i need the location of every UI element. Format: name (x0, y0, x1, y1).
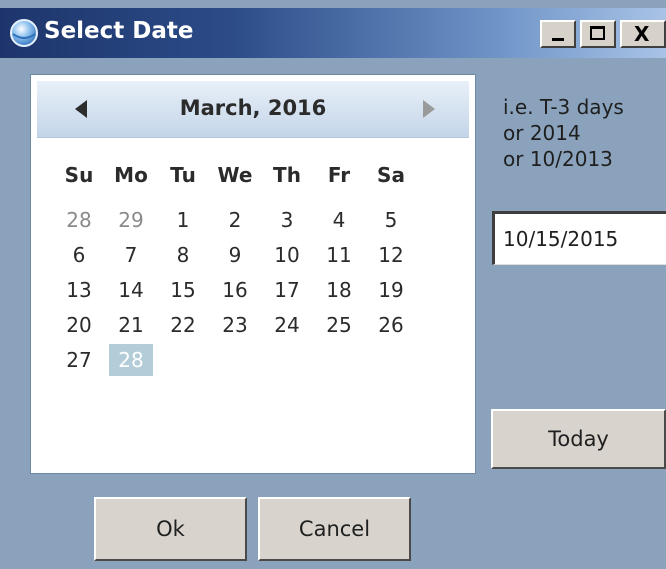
weekday-we: We (217, 163, 253, 187)
day-cell[interactable]: 3 (265, 204, 309, 236)
day-cell[interactable]: 14 (109, 274, 153, 306)
weekday-tu: Tu (170, 163, 196, 187)
today-button[interactable]: Today (491, 409, 666, 469)
next-month-arrow-icon[interactable] (423, 100, 435, 118)
minimize-icon (552, 38, 564, 41)
day-cell[interactable]: 1 (161, 204, 205, 236)
selected-day-cell[interactable]: 28 (109, 344, 153, 376)
day-cell[interactable]: 28 (57, 204, 101, 236)
hint-line-1: i.e. T-3 days (503, 95, 624, 119)
day-cell[interactable]: 7 (109, 239, 153, 271)
day-cell[interactable]: 27 (57, 344, 101, 376)
date-format-hint: i.e. T-3 days or 2014 or 10/2013 (503, 94, 624, 172)
select-date-window: Select Date X March, 2016 Su Mo Tu We Th Fr Sa… (0, 0, 666, 569)
weekday-th: Th (273, 163, 301, 187)
hint-line-2: or 2014 (503, 121, 581, 145)
day-cell[interactable]: 21 (109, 309, 153, 341)
day-cell[interactable]: 24 (265, 309, 309, 341)
title-bar[interactable]: Select Date X (0, 8, 666, 58)
cancel-button[interactable]: Cancel (258, 497, 411, 561)
day-cell[interactable]: 5 (369, 204, 413, 236)
day-cell[interactable]: 11 (317, 239, 361, 271)
hint-line-3: or 10/2013 (503, 147, 613, 171)
calendar-header: March, 2016 (37, 81, 469, 138)
day-cell[interactable]: 4 (317, 204, 361, 236)
day-cell[interactable]: 20 (57, 309, 101, 341)
weekday-sa: Sa (377, 163, 405, 187)
day-cell[interactable]: 10 (265, 239, 309, 271)
calendar-panel: March, 2016 Su Mo Tu We Th Fr Sa 28 29 1 2 3 4 5 6 7 8 9… (30, 74, 476, 474)
weekday-fr: Fr (327, 163, 351, 187)
prev-month-arrow-icon[interactable] (75, 100, 87, 118)
weekday-mo: Mo (114, 163, 148, 187)
globe-icon (10, 19, 38, 47)
day-cell[interactable]: 16 (213, 274, 257, 306)
minimize-button[interactable] (540, 20, 576, 48)
day-cell[interactable]: 12 (369, 239, 413, 271)
maximize-button[interactable] (580, 20, 616, 48)
day-cell[interactable]: 25 (317, 309, 361, 341)
day-cell[interactable]: 8 (161, 239, 205, 271)
day-cell[interactable]: 13 (57, 274, 101, 306)
window-title: Select Date (44, 18, 194, 44)
day-cell[interactable]: 18 (317, 274, 361, 306)
day-cell[interactable]: 23 (213, 309, 257, 341)
weekday-su: Su (64, 163, 94, 187)
month-label: March, 2016 (179, 96, 327, 120)
day-cell[interactable]: 2 (213, 204, 257, 236)
date-input[interactable] (492, 211, 666, 265)
day-cell[interactable]: 9 (213, 239, 257, 271)
day-cell[interactable]: 6 (57, 239, 101, 271)
close-button[interactable]: X (620, 20, 666, 48)
day-cell[interactable]: 15 (161, 274, 205, 306)
ok-button[interactable]: Ok (94, 497, 247, 561)
day-cell[interactable]: 17 (265, 274, 309, 306)
maximize-icon (590, 26, 605, 40)
day-cell[interactable]: 26 (369, 309, 413, 341)
day-cell[interactable]: 22 (161, 309, 205, 341)
close-icon: X (634, 22, 650, 46)
day-cell[interactable]: 29 (109, 204, 153, 236)
day-cell[interactable]: 19 (369, 274, 413, 306)
